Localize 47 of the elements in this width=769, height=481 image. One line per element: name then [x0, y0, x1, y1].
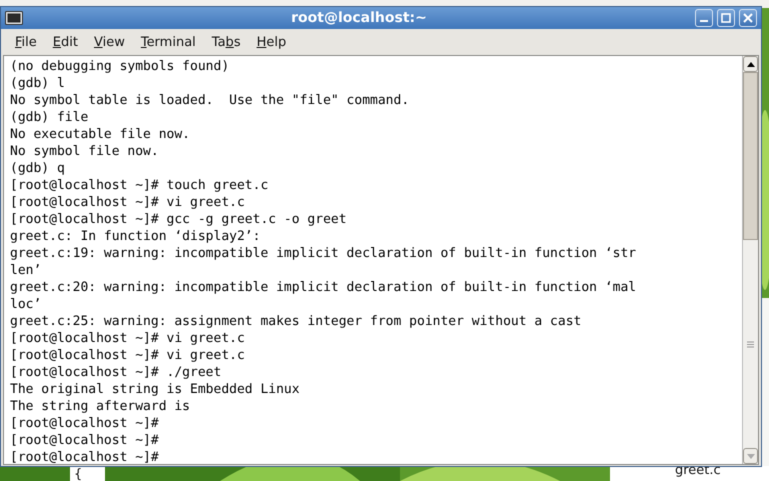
close-button[interactable]	[739, 9, 757, 27]
terminal-icon	[5, 11, 23, 25]
window-title: root@localhost:~	[290, 10, 428, 26]
scroll-down-button[interactable]	[743, 448, 758, 464]
menu-item[interactable]: View	[86, 32, 133, 52]
terminal-line: greet.c: In function ‘display2’:	[10, 228, 262, 245]
terminal-line: No executable file now.	[10, 126, 192, 143]
terminal-line: (gdb) file	[10, 109, 90, 126]
terminal-line: (gdb) l	[10, 75, 66, 92]
down-arrow-icon	[746, 454, 754, 458]
terminal-line: [root@localhost ~]# vi greet.c	[10, 347, 246, 364]
menu-item[interactable]: Terminal	[132, 32, 204, 52]
terminal-line: [root@localhost ~]#	[10, 449, 160, 464]
scroll-thumb[interactable]	[743, 72, 758, 240]
terminal-line: loc’	[10, 296, 42, 313]
terminal-line: (gdb) q	[10, 160, 66, 177]
maximize-icon	[721, 13, 731, 23]
terminal-line: [root@localhost ~]# gcc -g greet.c -o greet	[10, 211, 348, 228]
close-icon	[743, 13, 753, 23]
terminal-line: [root@localhost ~]# ./greet	[10, 364, 222, 381]
terminal-line: len’	[10, 262, 42, 279]
terminal-line: greet.c:25: warning: assignment makes integer from pointer without a cast	[10, 313, 582, 330]
terminal-line: No symbol file now.	[10, 143, 160, 160]
terminal-line: [root@localhost ~]# vi greet.c	[10, 194, 246, 211]
terminal-line: [root@localhost ~]#	[10, 432, 160, 449]
code-text: {	[74, 467, 82, 481]
terminal-line: greet.c:19: warning: incompatible implicit declaration of built-in function ‘str	[10, 245, 638, 262]
terminal-line: greet.c:20: warning: incompatible implicit declaration of built-in function ‘mal	[10, 279, 638, 296]
grip-icon	[747, 340, 754, 348]
terminal-line: (no debugging symbols found)	[10, 58, 230, 75]
terminal-line: No symbol table is loaded. Use the "file" command.	[10, 92, 410, 109]
menu-item[interactable]: Help	[248, 32, 294, 52]
scrollbar[interactable]	[742, 56, 758, 464]
terminal-line: The original string is Embedded Linux	[10, 381, 301, 398]
scroll-up-button[interactable]	[743, 56, 758, 72]
minimize-button[interactable]	[695, 9, 713, 27]
up-arrow-icon	[746, 62, 754, 66]
terminal-line: [root@localhost ~]# touch greet.c	[10, 177, 270, 194]
menu-item[interactable]: File	[7, 32, 45, 52]
minimize-icon	[700, 20, 708, 22]
menu-item[interactable]: Tabs	[204, 32, 249, 52]
terminal-line: [root@localhost ~]#	[10, 415, 160, 432]
menu-item[interactable]: Edit	[44, 32, 86, 52]
terminal-line: [root@localhost ~]# vi greet.c	[10, 330, 246, 347]
maximize-button[interactable]	[717, 9, 735, 27]
file-label: greet.c	[675, 463, 721, 478]
terminal-line: The string afterward is	[10, 398, 192, 415]
